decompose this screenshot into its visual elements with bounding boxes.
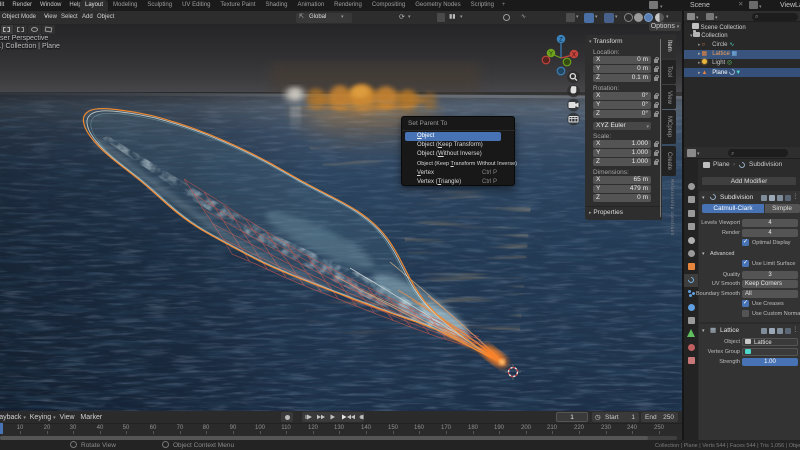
svg-text:Y: Y: [549, 52, 553, 58]
svg-text:X: X: [572, 53, 576, 59]
svg-text:Z: Z: [559, 38, 563, 44]
